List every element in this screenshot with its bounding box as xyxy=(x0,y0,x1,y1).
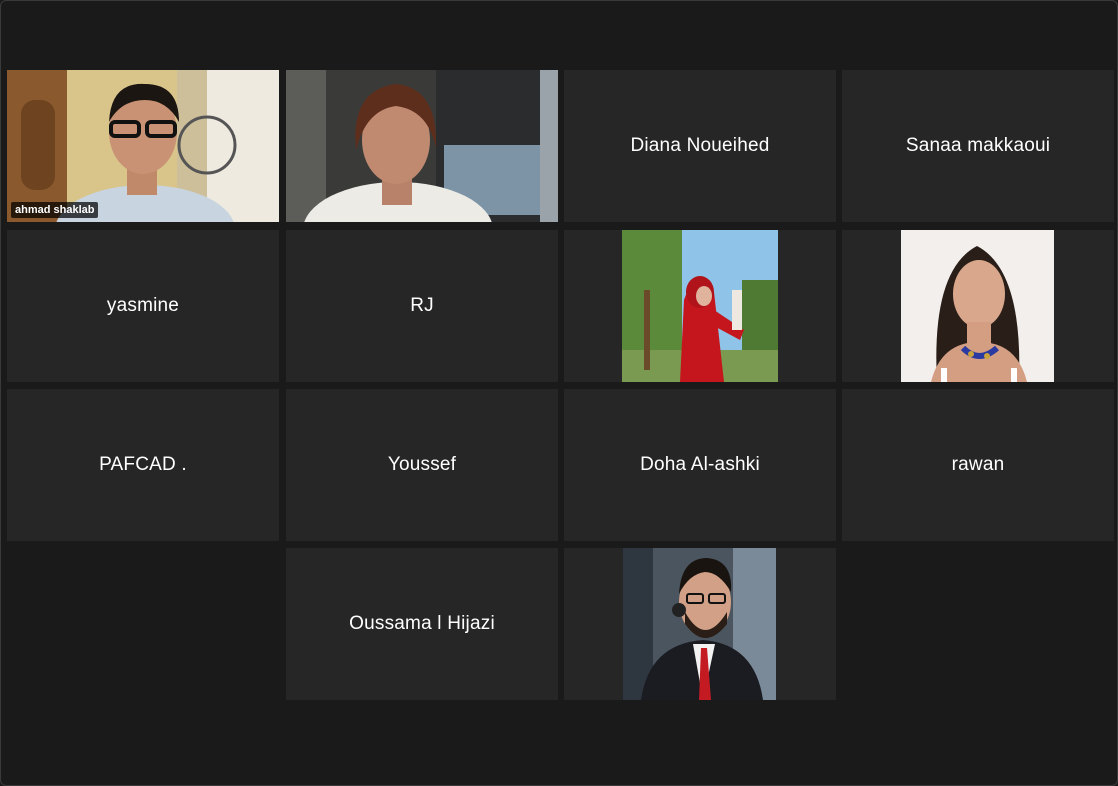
participant-tile-photo-woman[interactable] xyxy=(842,230,1114,382)
participant-tile-photo-man-headset[interactable] xyxy=(564,548,836,700)
participant-profile-photo xyxy=(622,230,778,382)
participant-tile-youssef[interactable]: Youssef xyxy=(286,389,558,541)
participant-tile-yasmine[interactable]: yasmine xyxy=(7,230,279,382)
participant-name: Oussama l Hijazi xyxy=(349,613,495,634)
participant-tile-ahmad-shaklab[interactable]: ahmad shaklab xyxy=(7,70,279,222)
participant-name: PAFCAD . xyxy=(99,454,187,475)
participant-profile-photo xyxy=(901,230,1054,382)
participant-tile-photo-red-hijab[interactable] xyxy=(564,230,836,382)
participant-profile-photo xyxy=(623,548,776,700)
participant-tile-sanaa-makkaoui[interactable]: Sanaa makkaoui xyxy=(842,70,1114,222)
participant-tile-rawan[interactable]: rawan xyxy=(842,389,1114,541)
participant-tile-pafcad[interactable]: PAFCAD . xyxy=(7,389,279,541)
participant-video xyxy=(286,70,558,222)
participant-tile-rj[interactable]: RJ xyxy=(286,230,558,382)
participant-name: Diana Noueihed xyxy=(630,135,770,156)
participant-name: Doha Al-ashki xyxy=(640,454,760,475)
meeting-window: ahmad shaklab Diana Noueihed Sanaa makka… xyxy=(0,0,1118,786)
participant-tile-diana-noueihed[interactable]: Diana Noueihed xyxy=(564,70,836,222)
participant-tile-oussama-hijazi[interactable]: Oussama l Hijazi xyxy=(286,548,558,700)
participant-name: yasmine xyxy=(106,295,180,316)
participant-name: Youssef xyxy=(387,454,457,475)
participant-video xyxy=(7,70,279,222)
participant-name-tag: ahmad shaklab xyxy=(11,202,99,218)
participant-tile-doha-al-ashki[interactable]: Doha Al-ashki xyxy=(564,389,836,541)
participant-name: RJ xyxy=(410,295,434,316)
participant-name: Sanaa makkaoui xyxy=(905,135,1051,156)
participant-name: rawan xyxy=(951,454,1005,475)
participant-tile-video-2[interactable] xyxy=(286,70,558,222)
